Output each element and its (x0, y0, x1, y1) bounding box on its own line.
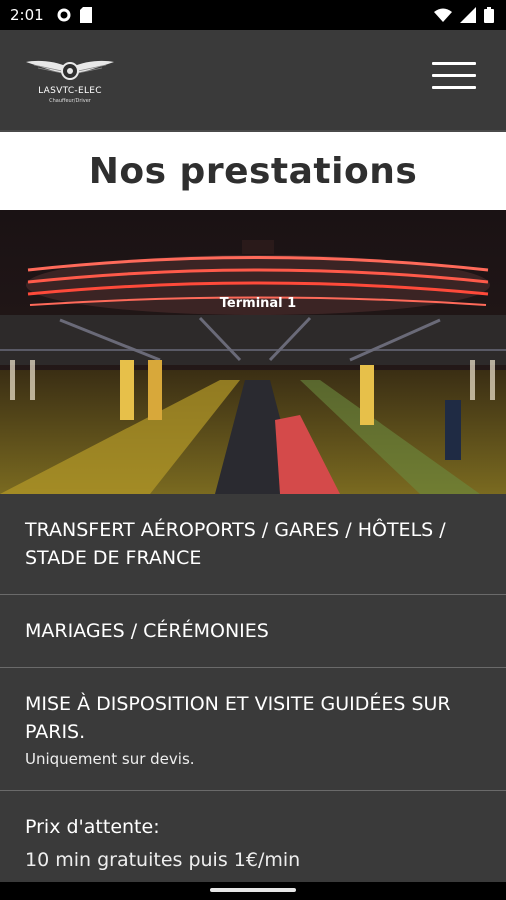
service-title: TRANSFERT AÉROPORTS / GARES / HÔTELS / S… (25, 519, 446, 569)
gear-icon (57, 8, 71, 22)
service-note: Uniquement sur devis. (25, 750, 195, 768)
page-title: Nos prestations (88, 150, 418, 192)
service-title: MISE À DISPOSITION ET VISITE GUIDÉES SUR… (25, 693, 451, 743)
menu-bar-bottom (432, 86, 476, 89)
service-item-prix-attente[interactable]: Prix d'attente: 10 min gratuites puis 1€… (0, 791, 506, 894)
service-title: MARIAGES / CÉRÉMONIES (25, 620, 269, 642)
service-title: Prix d'attente: (25, 816, 160, 838)
terminal-sign: Terminal 1 (220, 296, 296, 311)
hero-image: Terminal 1 (0, 210, 506, 494)
brand-logo[interactable]: LASVTC-ELEC Chauffeur/Driver (24, 58, 116, 118)
logo-title: LASVTC-ELEC (38, 86, 102, 96)
airport-terminal-photo: Terminal 1 (0, 210, 506, 494)
title-band: Nos prestations (0, 132, 506, 210)
status-left-icons (56, 7, 92, 23)
wifi-icon (434, 8, 452, 22)
app-header: LASVTC-ELEC Chauffeur/Driver (0, 30, 506, 132)
battery-icon (484, 7, 494, 23)
service-note: 10 min gratuites puis 1€/min (25, 849, 301, 871)
system-navigation-bar (0, 882, 506, 900)
status-time: 2:01 (10, 6, 44, 24)
service-item-mise-a-disposition[interactable]: MISE À DISPOSITION ET VISITE GUIDÉES SUR… (0, 668, 506, 791)
hamburger-menu-button[interactable] (432, 62, 476, 96)
home-gesture-handle[interactable] (210, 888, 296, 892)
menu-bar-middle (432, 74, 476, 77)
status-right-icons (434, 7, 494, 23)
wings-logo-icon (26, 60, 114, 80)
sim-card-icon (79, 7, 92, 23)
service-item-mariages[interactable]: MARIAGES / CÉRÉMONIES (0, 595, 506, 668)
services-list: TRANSFERT AÉROPORTS / GARES / HÔTELS / S… (0, 494, 506, 894)
signal-icon (460, 7, 476, 23)
service-item-transfert[interactable]: TRANSFERT AÉROPORTS / GARES / HÔTELS / S… (0, 494, 506, 595)
logo-subtitle: Chauffeur/Driver (49, 98, 91, 104)
status-bar: 2:01 (0, 0, 506, 30)
menu-bar-top (432, 62, 476, 65)
